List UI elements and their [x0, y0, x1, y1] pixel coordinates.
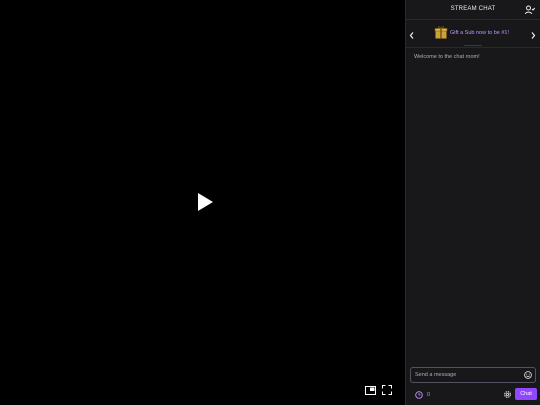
channel-points-icon	[415, 390, 423, 399]
send-message-placeholder: Send a message	[415, 372, 457, 378]
gift-sub-banner[interactable]: Gift a Sub now to be #1!	[406, 21, 540, 48]
channel-points-count: 0	[427, 391, 431, 398]
play-button[interactable]	[193, 190, 217, 214]
picture-in-picture-button[interactable]	[363, 383, 377, 397]
banner-collapse-handle[interactable]	[464, 45, 482, 46]
users-icon[interactable]	[525, 5, 535, 15]
app-root: STREAM CHAT Gift a Sub now to be #1! Wel…	[0, 0, 540, 405]
chevron-right-icon[interactable]	[530, 32, 536, 39]
gift-icon	[434, 26, 448, 39]
chevron-left-icon[interactable]	[409, 32, 415, 39]
play-icon	[198, 193, 213, 211]
chat-send-button[interactable]: Chat	[515, 388, 537, 400]
chat-header: STREAM CHAT	[406, 0, 540, 20]
gift-sub-link[interactable]: Gift a Sub now to be #1!	[450, 30, 509, 36]
chat-title: STREAM CHAT	[450, 6, 496, 12]
welcome-message: Welcome to the chat room!	[414, 54, 480, 60]
video-player[interactable]	[0, 0, 405, 405]
channel-points-button[interactable]: 0	[415, 390, 430, 399]
gear-icon[interactable]	[503, 390, 512, 399]
fullscreen-icon	[382, 385, 392, 395]
fullscreen-button[interactable]	[380, 383, 394, 397]
send-message-input[interactable]: Send a message	[410, 367, 536, 383]
picture-in-picture-icon	[364, 385, 376, 395]
chat-panel: STREAM CHAT Gift a Sub now to be #1! Wel…	[405, 0, 540, 405]
emote-icon[interactable]	[524, 371, 532, 379]
